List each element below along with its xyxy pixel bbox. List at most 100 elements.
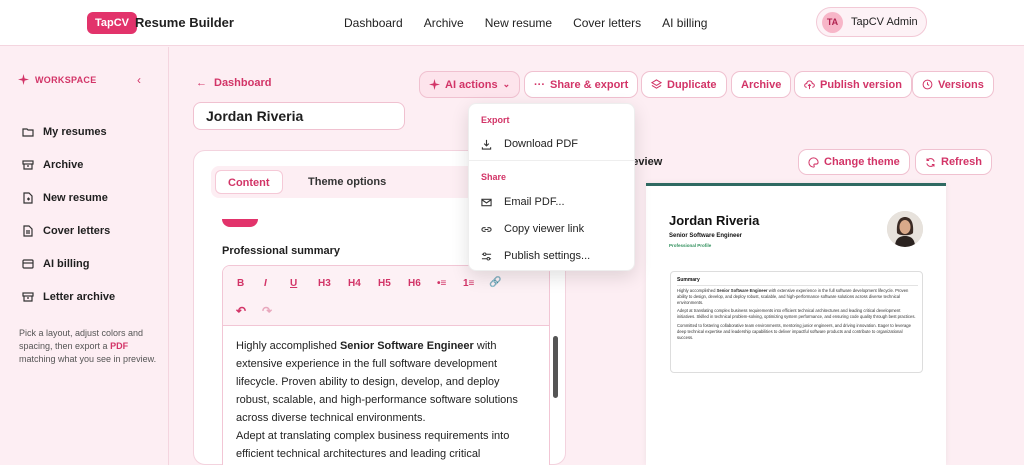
h4-button[interactable]: H4 <box>348 278 361 289</box>
sidebar-item-label: Archive <box>43 158 84 171</box>
duplicate-button[interactable]: Duplicate <box>641 71 727 98</box>
tab-content[interactable]: Content <box>215 170 283 194</box>
sidebar: WORKSPACE ‹ My resumes Archive New resum… <box>0 47 169 465</box>
email-pdf-item[interactable]: Email PDF... <box>481 196 565 208</box>
collapse-sidebar-icon[interactable]: ‹ <box>137 73 141 87</box>
preview-summary-text: Highly accomplished Senior Software Engi… <box>677 288 916 340</box>
palette-icon <box>808 156 819 168</box>
redo-icon[interactable]: ↷ <box>262 304 272 318</box>
nav-dashboard[interactable]: Dashboard <box>344 16 403 30</box>
workspace-heading: WORKSPACE <box>18 74 97 85</box>
ai-actions-button[interactable]: AI actions ⌄ <box>419 71 521 98</box>
card-icon <box>22 258 34 269</box>
archive-button[interactable]: Archive <box>731 71 792 98</box>
chevron-down-icon: ⌄ <box>502 79 511 89</box>
download-icon <box>481 139 492 150</box>
resume-name-input[interactable] <box>193 102 405 130</box>
preview-summary-box: Summary Highly accomplished Senior Softw… <box>670 271 923 373</box>
nav-cover-letters[interactable]: Cover letters <box>573 16 641 30</box>
app-title: Resume Builder <box>135 15 234 30</box>
more-icon: ··· <box>534 78 545 91</box>
account-name: TapCV Admin <box>851 16 918 28</box>
bullet-list-icon[interactable]: •≡ <box>437 278 446 289</box>
layers-icon <box>651 79 662 89</box>
h6-button[interactable]: H6 <box>408 278 421 289</box>
h5-button[interactable]: H5 <box>378 278 391 289</box>
document-icon <box>23 224 33 237</box>
summary-editor[interactable]: B I U H3 H4 H5 H6 •≡ 1≡ 🔗 ↶ ↷ Highly acc… <box>222 265 550 465</box>
nav-archive[interactable]: Archive <box>424 16 464 30</box>
back-to-dashboard-link[interactable]: ← Dashboard <box>196 77 271 89</box>
sidebar-item-new-resume[interactable]: New resume <box>22 181 115 214</box>
italic-button[interactable]: I <box>264 278 267 289</box>
ai-actions-label: AI actions <box>445 78 498 91</box>
top-bar: TapCV Resume Builder Dashboard Archive N… <box>0 0 1024 46</box>
pdf-link[interactable]: PDF <box>110 341 128 351</box>
copy-link-label: Copy viewer link <box>504 223 585 235</box>
link-icon <box>481 226 492 232</box>
versions-button[interactable]: Versions <box>912 71 994 98</box>
underline-button[interactable]: U <box>290 278 297 289</box>
share-export-button[interactable]: ··· Share & export <box>524 71 639 98</box>
person-photo-icon <box>887 211 923 247</box>
workspace-label: WORKSPACE <box>35 74 97 85</box>
refresh-icon <box>926 157 935 167</box>
download-pdf-item[interactable]: Download PDF <box>481 138 578 150</box>
summary-text[interactable]: Highly accomplished Senior Software Engi… <box>236 337 536 465</box>
publish-version-button[interactable]: Publish version <box>794 71 912 98</box>
divider <box>469 160 634 161</box>
sidebar-item-my-resumes[interactable]: My resumes <box>22 115 115 148</box>
share-export-label: Share & export <box>550 78 629 91</box>
file-plus-icon <box>23 191 33 204</box>
editor-toolbar: B I U H3 H4 H5 H6 •≡ 1≡ 🔗 ↶ ↷ <box>223 266 549 326</box>
archive-icon <box>22 291 34 302</box>
sparkle-icon <box>429 79 440 90</box>
numbered-list-icon[interactable]: 1≡ <box>463 278 474 289</box>
preview-summary-title: Summary <box>677 277 700 283</box>
account-menu[interactable]: TA TapCV Admin <box>816 7 927 37</box>
sidebar-item-label: New resume <box>43 191 108 204</box>
sidebar-items: My resumes Archive New resume Cover lett… <box>22 115 115 313</box>
sidebar-item-archive[interactable]: Archive <box>22 148 115 181</box>
sidebar-hint: Pick a layout, adjust colors and spacing… <box>19 328 157 364</box>
sidebar-item-label: AI billing <box>43 257 90 270</box>
editor-scrollbar[interactable] <box>553 336 558 398</box>
sidebar-item-label: Letter archive <box>43 290 116 303</box>
section-toggle[interactable] <box>222 219 258 227</box>
refresh-button[interactable]: Refresh <box>915 149 992 175</box>
publish-settings-label: Publish settings... <box>504 250 591 262</box>
main-nav: Dashboard Archive New resume Cover lette… <box>344 16 707 30</box>
change-theme-label: Change theme <box>824 156 900 168</box>
share-section-label: Share <box>481 172 507 182</box>
sidebar-item-ai-billing[interactable]: AI billing <box>22 247 115 280</box>
sparkle-icon <box>18 74 29 85</box>
tab-theme-options[interactable]: Theme options <box>296 170 398 194</box>
nav-ai-billing[interactable]: AI billing <box>662 16 707 30</box>
history-icon <box>922 79 933 90</box>
bold-button[interactable]: B <box>237 278 244 289</box>
arrow-left-icon: ← <box>196 77 207 89</box>
app-logo[interactable]: TapCV <box>87 12 138 34</box>
h3-button[interactable]: H3 <box>318 278 331 289</box>
preview-profile-label: Professional Profile <box>669 243 712 248</box>
sidebar-item-cover-letters[interactable]: Cover letters <box>22 214 115 247</box>
sliders-icon <box>481 251 492 261</box>
avatar: TA <box>822 12 843 33</box>
publish-settings-item[interactable]: Publish settings... <box>481 250 590 262</box>
export-section-label: Export <box>481 115 510 125</box>
duplicate-label: Duplicate <box>667 78 717 91</box>
sidebar-item-label: Cover letters <box>43 224 111 237</box>
professional-summary-label: Professional summary <box>222 245 340 257</box>
back-label: Dashboard <box>214 77 272 89</box>
nav-new-resume[interactable]: New resume <box>485 16 552 30</box>
cloud-upload-icon <box>804 80 815 90</box>
undo-icon[interactable]: ↶ <box>236 304 246 318</box>
download-pdf-label: Download PDF <box>504 138 578 150</box>
resume-preview: Jordan Riveria Senior Software Engineer … <box>646 183 946 465</box>
versions-label: Versions <box>938 78 984 91</box>
change-theme-button[interactable]: Change theme <box>798 149 910 175</box>
copy-viewer-link-item[interactable]: Copy viewer link <box>481 223 584 235</box>
link-icon[interactable]: 🔗 <box>489 277 501 288</box>
archive-icon <box>22 159 34 170</box>
sidebar-item-letter-archive[interactable]: Letter archive <box>22 280 115 313</box>
